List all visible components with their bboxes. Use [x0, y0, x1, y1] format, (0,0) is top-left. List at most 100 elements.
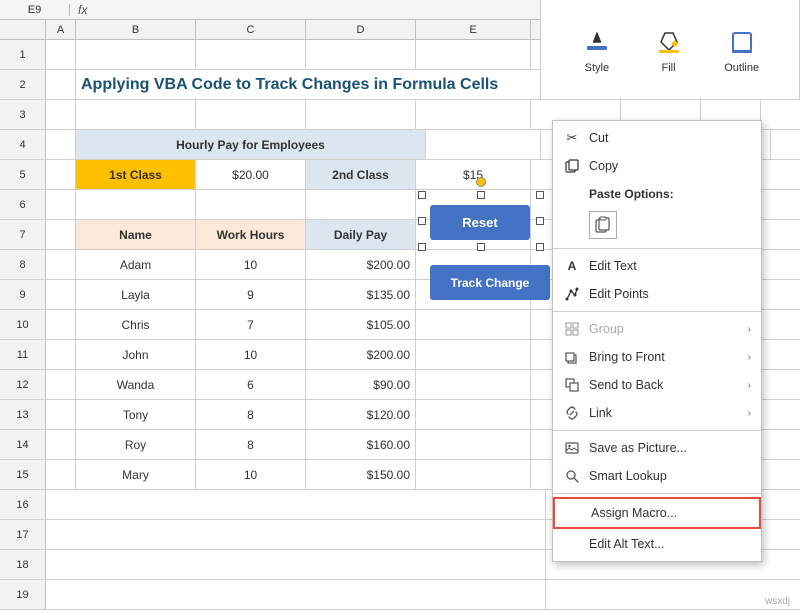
- cell-1e[interactable]: [416, 40, 531, 69]
- ribbon-outline[interactable]: Outline: [724, 26, 759, 74]
- cell-1c[interactable]: [196, 40, 306, 69]
- row-num-4: 4: [0, 130, 46, 159]
- cell-6a[interactable]: [46, 190, 76, 219]
- edit-points-icon: [563, 285, 581, 303]
- employee-name-8: Adam: [76, 250, 196, 279]
- edit-alt-text-icon: [563, 535, 581, 553]
- cell-19wide[interactable]: [46, 580, 546, 609]
- cell-6b[interactable]: [76, 190, 196, 219]
- cell-3d[interactable]: [306, 100, 416, 129]
- separator-1: [553, 248, 761, 249]
- copy-icon: [563, 157, 581, 175]
- cut-label: Cut: [589, 131, 751, 145]
- cell-3e[interactable]: [416, 100, 531, 129]
- separator-3: [553, 430, 761, 431]
- send-to-back-arrow: ›: [748, 380, 751, 391]
- cell-10e[interactable]: [416, 310, 531, 339]
- cell-12a[interactable]: [46, 370, 76, 399]
- menu-item-edit-points[interactable]: Edit Points: [553, 280, 761, 308]
- assign-macro-label: Assign Macro...: [591, 506, 749, 520]
- menu-item-save-as-picture[interactable]: Save as Picture...: [553, 434, 761, 462]
- col-name-header: Name: [76, 220, 196, 249]
- cell-12e[interactable]: [416, 370, 531, 399]
- cell-17wide[interactable]: [46, 520, 546, 549]
- cell-11e[interactable]: [416, 340, 531, 369]
- cell-8a[interactable]: [46, 250, 76, 279]
- cut-icon: ✂: [563, 129, 581, 147]
- employee-pay-15: $150.00: [306, 460, 416, 489]
- copy-label: Copy: [589, 159, 751, 173]
- group-icon: [563, 320, 581, 338]
- page-title: Applying VBA Code to Track Changes in Fo…: [76, 70, 566, 99]
- edit-points-label: Edit Points: [589, 287, 751, 301]
- cell-13e[interactable]: [416, 400, 531, 429]
- employee-pay-10: $105.00: [306, 310, 416, 339]
- group-label: Group: [589, 322, 740, 336]
- fill-icon: [653, 26, 685, 58]
- reset-button[interactable]: Reset: [430, 205, 530, 240]
- menu-item-bring-to-front[interactable]: Bring to Front ›: [553, 343, 761, 371]
- paste-icon-box[interactable]: [589, 211, 617, 239]
- menu-item-assign-macro[interactable]: Assign Macro...: [553, 497, 761, 529]
- menu-item-edit-text[interactable]: A Edit Text: [553, 252, 761, 280]
- send-to-back-label: Send to Back: [589, 378, 740, 392]
- employee-hours-15: 10: [196, 460, 306, 489]
- menu-item-edit-alt-text[interactable]: Edit Alt Text...: [553, 530, 761, 558]
- col-header-e: E: [416, 20, 531, 39]
- paste-icons-row: [553, 208, 761, 245]
- cell-14a[interactable]: [46, 430, 76, 459]
- smart-lookup-label: Smart Lookup: [589, 469, 751, 483]
- row-num-17: 17: [0, 520, 46, 549]
- cell-4e[interactable]: [426, 130, 541, 159]
- cell-16wide[interactable]: [46, 490, 546, 519]
- row-num-11: 11: [0, 340, 46, 369]
- employee-hours-13: 8: [196, 400, 306, 429]
- cell-11a[interactable]: [46, 340, 76, 369]
- cell-13a[interactable]: [46, 400, 76, 429]
- ribbon-fill[interactable]: Fill: [653, 26, 685, 74]
- menu-item-send-to-back[interactable]: Send to Back ›: [553, 371, 761, 399]
- cell-7a[interactable]: [46, 220, 76, 249]
- ribbon-style[interactable]: Style: [581, 26, 613, 74]
- cell-4a[interactable]: [46, 130, 76, 159]
- cell-14e[interactable]: [416, 430, 531, 459]
- cell-9a[interactable]: [46, 280, 76, 309]
- menu-item-paste-header: Paste Options:: [553, 180, 761, 208]
- col-header-c: C: [196, 20, 306, 39]
- row-num-7: 7: [0, 220, 46, 249]
- employee-name-13: Tony: [76, 400, 196, 429]
- name-box[interactable]: E9: [0, 4, 70, 16]
- col-dp-header: Daily Pay: [306, 220, 416, 249]
- cell-2a[interactable]: [46, 70, 76, 99]
- row-num-12: 12: [0, 370, 46, 399]
- cell-6d[interactable]: [306, 190, 416, 219]
- outline-label: Outline: [724, 62, 759, 74]
- col-header-a: A: [46, 20, 76, 39]
- cell-3c[interactable]: [196, 100, 306, 129]
- cell-18wide[interactable]: [46, 550, 546, 579]
- row-num-1: 1: [0, 40, 46, 69]
- outline-icon: [726, 26, 758, 58]
- menu-item-cut[interactable]: ✂ Cut: [553, 124, 761, 152]
- employee-name-9: Layla: [76, 280, 196, 309]
- cell-3a[interactable]: [46, 100, 76, 129]
- cell-6c[interactable]: [196, 190, 306, 219]
- bring-to-front-icon: [563, 348, 581, 366]
- track-change-button[interactable]: Track Change: [430, 265, 550, 300]
- cell-10a[interactable]: [46, 310, 76, 339]
- menu-item-smart-lookup[interactable]: Smart Lookup: [553, 462, 761, 490]
- cell-1b[interactable]: [76, 40, 196, 69]
- cell-15a[interactable]: [46, 460, 76, 489]
- cell-1d[interactable]: [306, 40, 416, 69]
- first-class-pay: $20.00: [196, 160, 306, 189]
- fill-label: Fill: [662, 62, 676, 74]
- cell-15e[interactable]: [416, 460, 531, 489]
- link-label: Link: [589, 406, 740, 420]
- col-header-d: D: [306, 20, 416, 39]
- cell-3b[interactable]: [76, 100, 196, 129]
- row-num-8: 8: [0, 250, 46, 279]
- menu-item-link[interactable]: Link ›: [553, 399, 761, 427]
- menu-item-copy[interactable]: Copy: [553, 152, 761, 180]
- cell-1a[interactable]: [46, 40, 76, 69]
- cell-5a[interactable]: [46, 160, 76, 189]
